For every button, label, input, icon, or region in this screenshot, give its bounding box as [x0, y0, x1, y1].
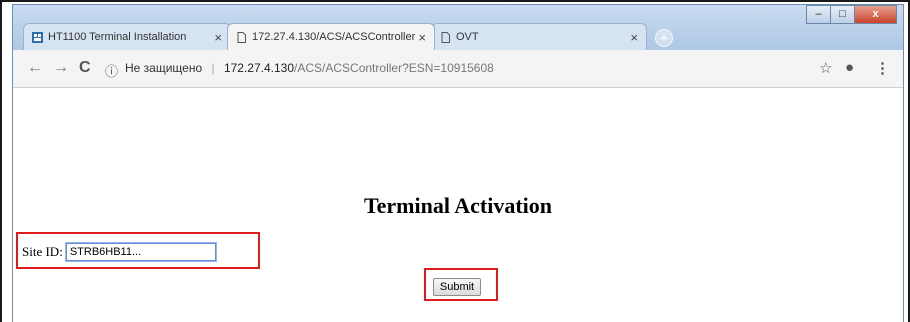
back-arrow-icon[interactable]: ←	[27, 59, 43, 77]
forward-arrow-icon[interactable]: →	[53, 59, 69, 77]
window-controls: – □ x	[806, 5, 897, 24]
tab-strip: HT1100 Terminal Installation × 172.27.4.…	[13, 23, 903, 50]
reload-icon[interactable]: C	[79, 59, 91, 77]
minimize-button[interactable]: –	[806, 5, 831, 24]
tab-close-icon[interactable]: ×	[214, 24, 222, 50]
tab-ovt[interactable]: OVT ×	[431, 23, 647, 50]
url-host: 172.27.4.130	[223, 61, 295, 75]
page-icon	[441, 32, 450, 43]
url-path: /ACS/ACSController?ESN=10915608	[294, 61, 494, 75]
menu-icon[interactable]: ⋮	[875, 59, 890, 77]
site-id-row: Site ID:	[22, 243, 216, 261]
tab-label: 172.27.4.130/ACS/ACSController	[252, 31, 416, 43]
info-icon[interactable]: ⓘ	[105, 61, 118, 80]
site-id-label: Site ID:	[22, 244, 63, 259]
submit-button[interactable]: Submit	[433, 278, 481, 296]
tab-close-icon[interactable]: ×	[418, 24, 426, 50]
url-separator: |	[211, 61, 215, 75]
browser-window: – □ x HT1100 Terminal Installation × 172…	[12, 4, 904, 322]
bookmark-star-icon[interactable]: ☆	[819, 59, 832, 77]
profile-icon[interactable]: ●	[845, 59, 854, 76]
page-content: Terminal Activation Site ID: Submit	[13, 89, 903, 322]
security-status: Не защищено	[125, 61, 203, 75]
address-bar[interactable]: Не защищено | 172.27.4.130/ACS/ACSContro…	[125, 57, 725, 79]
app-favicon-icon	[32, 32, 43, 43]
tab-label: HT1100 Terminal Installation	[48, 31, 187, 43]
page-title: Terminal Activation	[363, 193, 553, 218]
browser-toolbar: ← → C ⓘ Не защищено | 172.27.4.130/ACS/A…	[13, 50, 903, 88]
close-window-button[interactable]: x	[854, 5, 897, 24]
maximize-button[interactable]: □	[830, 5, 855, 24]
page-icon	[237, 32, 246, 43]
site-id-input[interactable]	[65, 243, 216, 261]
new-tab-button[interactable]: +	[655, 29, 673, 47]
tab-ht1100[interactable]: HT1100 Terminal Installation ×	[23, 23, 231, 50]
tab-label: OVT	[456, 31, 479, 43]
tab-close-icon[interactable]: ×	[630, 24, 638, 50]
tab-acs-controller[interactable]: 172.27.4.130/ACS/ACSController ×	[227, 23, 435, 50]
